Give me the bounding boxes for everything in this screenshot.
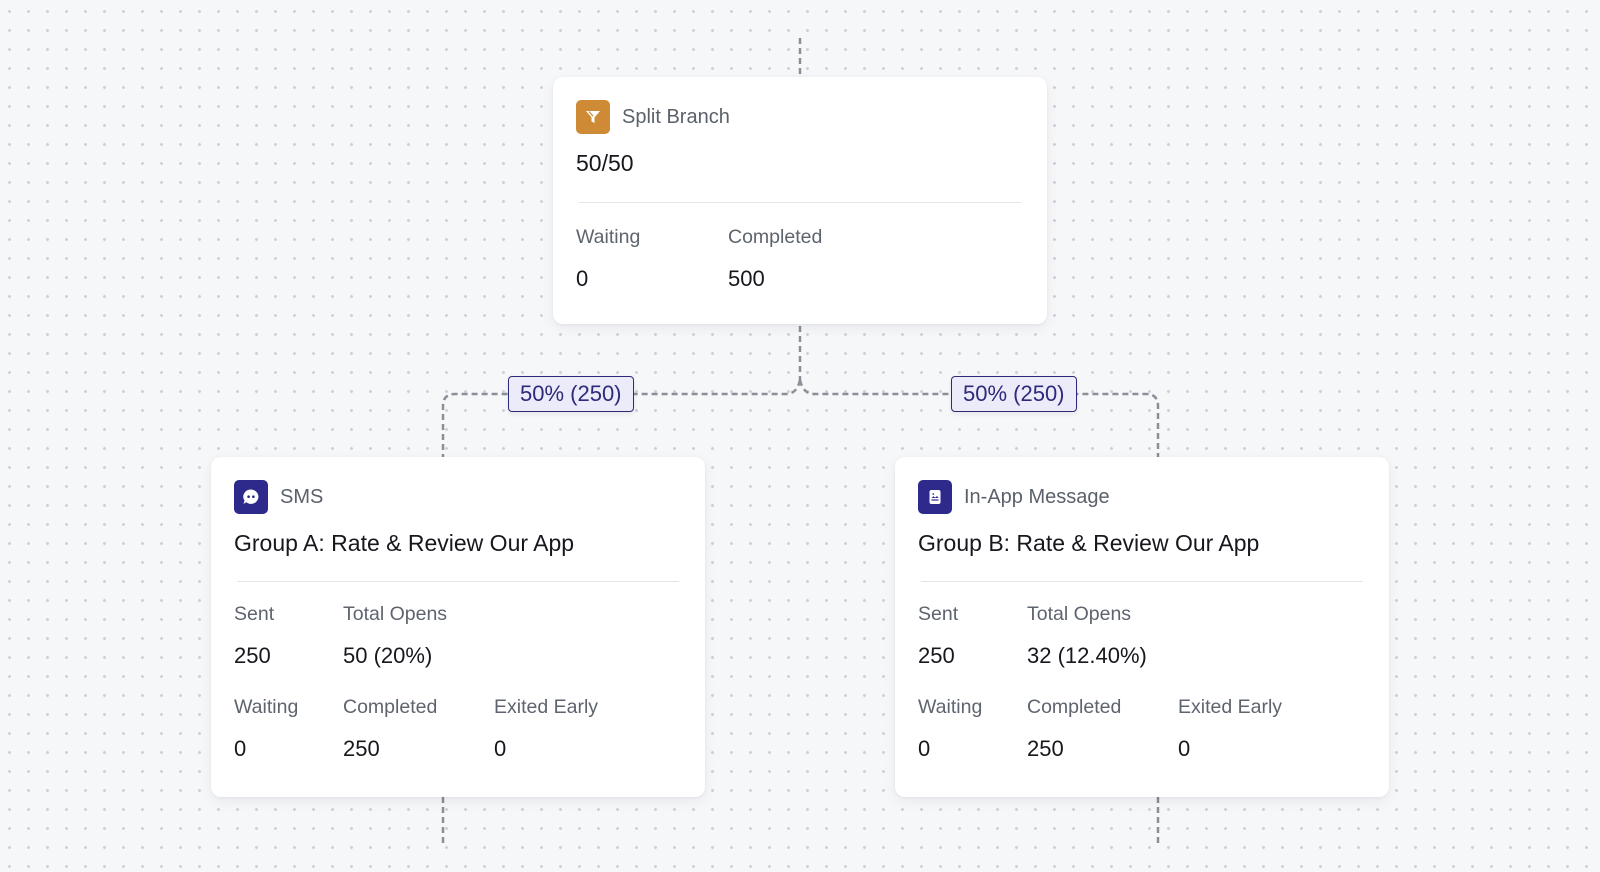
in-app-message-icon (918, 480, 952, 514)
stat-label: Total Opens (343, 603, 448, 625)
stat-exited-early: Exited Early 0 (1178, 695, 1282, 762)
stat-total-opens: Total Opens 32 (12.40%) (1027, 602, 1147, 669)
edge-label-left[interactable]: 50% (250) (508, 376, 634, 412)
node-title: 50/50 (576, 150, 634, 176)
stat-label: Completed (343, 696, 438, 718)
stat-exited-early: Exited Early 0 (494, 695, 598, 762)
edge-label-right[interactable]: 50% (250) (951, 376, 1077, 412)
stat-completed: Completed 250 (343, 695, 437, 762)
split-branch-node[interactable]: Split Branch 50/50 Waiting 0 Completed 5… (553, 77, 1047, 324)
stat-value: 250 (343, 736, 380, 761)
stat-sent: Sent 250 (234, 602, 274, 669)
stat-label: Total Opens (1027, 603, 1132, 625)
stat-value: 0 (918, 736, 931, 761)
stat-completed: Completed 250 (1027, 695, 1121, 762)
node-header: SMS (234, 480, 323, 514)
stat-value: 250 (918, 643, 955, 668)
chat-bubble-icon (234, 480, 268, 514)
sms-node[interactable]: SMS Group A: Rate & Review Our App Sent … (211, 457, 705, 797)
node-title: Group A: Rate & Review Our App (234, 530, 575, 556)
divider (237, 581, 679, 582)
divider (579, 202, 1021, 203)
stat-value: 0 (576, 266, 589, 291)
filter-funnel-icon (576, 100, 610, 134)
node-header: In-App Message (918, 480, 1110, 514)
stat-value: 250 (234, 643, 271, 668)
stat-value: 50 (20%) (343, 643, 433, 668)
stat-label: Completed (1027, 696, 1122, 718)
stat-label: Exited Early (494, 696, 599, 718)
node-title: Group B: Rate & Review Our App (918, 530, 1260, 556)
stat-label: Waiting (234, 696, 299, 718)
stat-value: 0 (234, 736, 247, 761)
stat-value: 250 (1027, 736, 1064, 761)
stat-label: Exited Early (1178, 696, 1283, 718)
node-header: Split Branch (576, 100, 730, 134)
stat-label: Sent (918, 603, 959, 625)
stat-value: 0 (1178, 736, 1191, 761)
stat-waiting: Waiting 0 (576, 225, 640, 292)
stat-completed: Completed 500 (728, 225, 822, 292)
stat-waiting: Waiting 0 (234, 695, 298, 762)
node-type-label: Split Branch (622, 105, 730, 128)
stat-value: 0 (494, 736, 507, 761)
stat-value: 32 (12.40%) (1027, 643, 1147, 668)
stat-waiting: Waiting 0 (918, 695, 982, 762)
stat-sent: Sent 250 (918, 602, 958, 669)
stat-total-opens: Total Opens 50 (20%) (343, 602, 447, 669)
stat-label: Waiting (576, 226, 641, 248)
stat-label: Completed (728, 226, 823, 248)
stat-label: Waiting (918, 696, 983, 718)
in-app-message-node[interactable]: In-App Message Group B: Rate & Review Ou… (895, 457, 1389, 797)
stat-value: 500 (728, 266, 765, 291)
node-type-label: SMS (280, 485, 324, 508)
node-type-label: In-App Message (964, 485, 1110, 508)
divider (921, 581, 1363, 582)
stat-label: Sent (234, 603, 275, 625)
